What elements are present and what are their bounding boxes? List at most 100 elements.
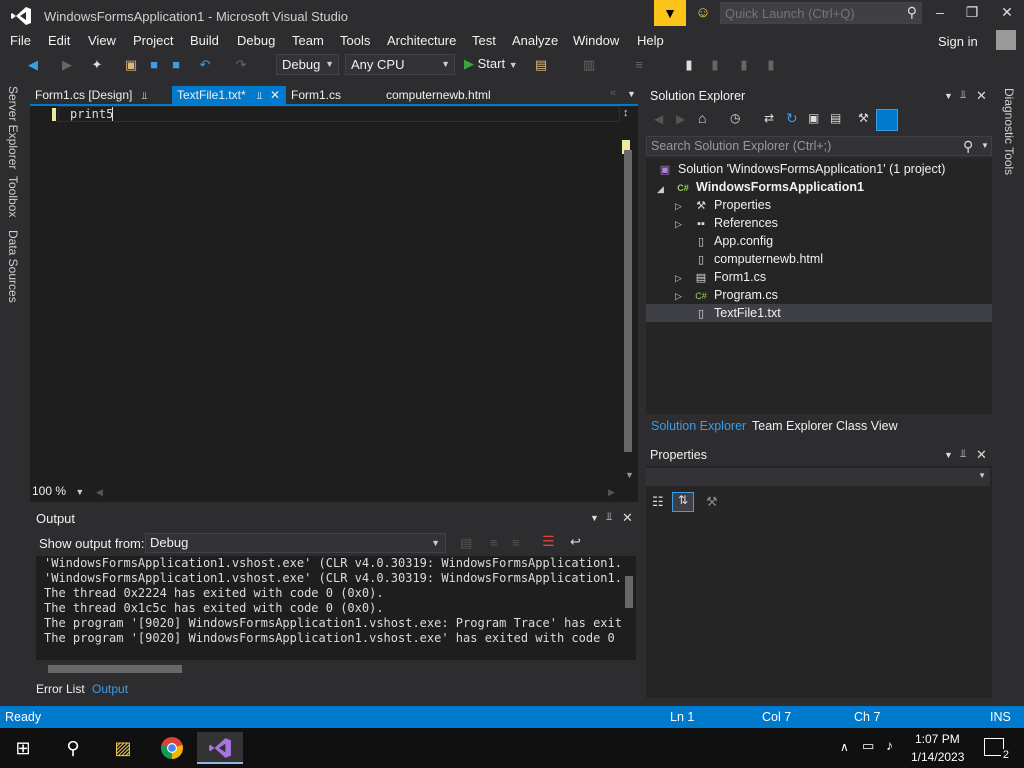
editor-scroll-thumb[interactable]	[624, 150, 632, 452]
start-debugging-button[interactable]: ▶ Start ▼	[464, 56, 518, 72]
output-vertical-scrollbar[interactable]	[622, 556, 636, 660]
tab-solution-explorer[interactable]: Solution Explorer	[651, 419, 746, 433]
output-source-dropdown[interactable]: Debug ▼	[145, 533, 446, 553]
scroll-right-icon[interactable]: ▶	[608, 487, 615, 498]
menu-team[interactable]: Team	[292, 33, 324, 48]
search-icon[interactable]: ⚲	[963, 138, 973, 155]
network-icon[interactable]: ▭	[862, 738, 874, 754]
home-icon[interactable]: ⌂	[698, 110, 706, 126]
menu-edit[interactable]: Edit	[48, 33, 70, 48]
clear-all-icon[interactable]: ☰	[542, 533, 555, 550]
close-panel-icon[interactable]: ✕	[976, 88, 987, 104]
menu-view[interactable]: View	[88, 33, 116, 48]
menu-test[interactable]: Test	[472, 33, 496, 48]
chevron-down-icon[interactable]: ▼	[981, 141, 989, 150]
code-line[interactable]: print5	[70, 107, 113, 121]
collapse-all-icon[interactable]: ▣	[808, 111, 819, 125]
open-file-icon[interactable]: ▣	[122, 56, 140, 74]
tab-computernewb-html[interactable]: computernewb.html	[381, 86, 511, 104]
configuration-dropdown[interactable]: Debug ▼	[276, 54, 339, 75]
tab-list-dropdown-icon[interactable]: ▼	[627, 89, 636, 99]
show-hidden-icons-icon[interactable]: ∧	[840, 740, 849, 754]
clear-bookmarks-icon[interactable]: ▮	[762, 56, 780, 74]
split-window-icon[interactable]: ↕	[623, 107, 629, 119]
find-message-icon[interactable]: ▤	[460, 535, 472, 551]
menu-file[interactable]: File	[10, 33, 31, 48]
next-message-icon[interactable]: ≡	[512, 535, 520, 550]
previous-message-icon[interactable]: ≡	[490, 535, 498, 550]
next-bookmark-icon[interactable]: ▮	[735, 56, 753, 74]
feedback-smiley-icon[interactable]: ☺	[692, 4, 714, 24]
data-sources-tab[interactable]: Data Sources	[6, 230, 20, 303]
refresh-icon[interactable]: ↻	[786, 110, 798, 127]
server-explorer-tab[interactable]: Server Explorer	[6, 86, 20, 169]
collapsed-arrow-icon[interactable]: ▷	[675, 201, 682, 212]
pin-icon[interactable]: ⫫	[606, 511, 612, 524]
undo-icon[interactable]: ↶	[196, 56, 214, 74]
redo-icon[interactable]: ↷	[232, 56, 250, 74]
comment-icon[interactable]: ≡	[630, 56, 648, 74]
bookmark-icon[interactable]: ▮	[680, 56, 698, 74]
toolbox-tab[interactable]: Toolbox	[6, 176, 20, 217]
tab-form1-cs[interactable]: Form1.cs	[286, 86, 366, 104]
property-pages-wrench-icon[interactable]: ⚒	[706, 494, 718, 510]
window-position-icon[interactable]: ▼	[590, 513, 599, 523]
tree-item-form1[interactable]: ▤ Form1.cs	[694, 268, 766, 286]
history-icon[interactable]: ◷	[730, 111, 740, 125]
clock-date[interactable]: 1/14/2023	[911, 750, 964, 764]
menu-analyze[interactable]: Analyze	[512, 33, 558, 48]
windows-start-icon[interactable]: ⊞	[0, 732, 46, 764]
chrome-icon[interactable]	[149, 732, 195, 764]
tab-team-explorer[interactable]: Team Explorer	[752, 419, 833, 433]
minimize-button[interactable]: –	[925, 4, 955, 24]
restore-button[interactable]: ❐	[957, 4, 987, 24]
collapsed-arrow-icon[interactable]: ▷	[675, 291, 682, 302]
sync-icon[interactable]: ⇄	[764, 111, 774, 125]
quick-launch-box[interactable]: ⚲	[720, 2, 922, 24]
save-all-icon[interactable]: ■	[167, 56, 185, 74]
clock-time[interactable]: 1:07 PM	[915, 732, 960, 746]
sign-in-link[interactable]: Sign in	[938, 34, 978, 49]
back-icon[interactable]: ◀	[654, 112, 663, 126]
tab-form1-design[interactable]: Form1.cs [Design] ⫫	[30, 86, 154, 104]
platform-dropdown[interactable]: Any CPU ▼	[345, 54, 455, 75]
scroll-tabs-left-icon[interactable]: «	[610, 87, 616, 99]
menu-project[interactable]: Project	[133, 33, 173, 48]
scroll-left-icon[interactable]: ◀	[96, 487, 103, 498]
output-scroll-thumb[interactable]	[625, 576, 633, 608]
categorized-icon[interactable]: ☷	[652, 494, 664, 510]
tree-item-textfile1[interactable]: ▯ TextFile1.txt	[694, 304, 781, 322]
menu-build[interactable]: Build	[190, 33, 219, 48]
volume-icon[interactable]: ♪	[886, 737, 893, 753]
window-position-icon[interactable]: ▼	[944, 450, 953, 460]
show-all-files-icon[interactable]: ▤	[830, 111, 841, 125]
window-position-icon[interactable]: ▼	[944, 91, 953, 101]
visual-studio-taskbar-icon[interactable]	[197, 732, 243, 764]
quick-launch-input[interactable]	[721, 3, 897, 23]
pin-icon[interactable]: ⫫	[960, 89, 966, 102]
prev-bookmark-icon[interactable]: ▮	[706, 56, 724, 74]
tab-class-view[interactable]: Class View	[836, 419, 898, 433]
pin-icon[interactable]: ⫫	[960, 448, 966, 461]
text-editor[interactable]	[30, 106, 638, 502]
menu-architecture[interactable]: Architecture	[387, 33, 456, 48]
close-tab-icon[interactable]: ✕	[270, 88, 280, 102]
expanded-arrow-icon[interactable]: ◢	[657, 184, 664, 195]
word-wrap-icon[interactable]: ↩	[570, 534, 581, 550]
new-project-icon[interactable]: ✦	[88, 56, 106, 74]
menu-tools[interactable]: Tools	[340, 33, 370, 48]
search-icon[interactable]: ⚲	[907, 4, 917, 21]
search-icon[interactable]: ⚲	[50, 732, 96, 764]
scroll-down-icon[interactable]: ▼	[625, 470, 634, 480]
zoom-dropdown[interactable]: 100 % ▼	[32, 484, 90, 500]
close-panel-icon[interactable]: ✕	[976, 447, 987, 463]
menu-help[interactable]: Help	[637, 33, 664, 48]
editor-horizontal-scrollbar[interactable]	[92, 486, 620, 498]
tree-solution[interactable]: ▣ Solution 'WindowsFormsApplication1' (1 …	[658, 160, 946, 178]
properties-object-selector[interactable]: ▼	[646, 468, 990, 486]
menu-debug[interactable]: Debug	[237, 33, 275, 48]
tab-output[interactable]: Output	[88, 680, 133, 698]
solution-explorer-search[interactable]: Search Solution Explorer (Ctrl+;) ⚲ ▼	[646, 136, 992, 156]
tree-item-references[interactable]: ▪▪ References	[694, 214, 778, 232]
notification-flag-icon[interactable]: ▼	[654, 0, 686, 26]
